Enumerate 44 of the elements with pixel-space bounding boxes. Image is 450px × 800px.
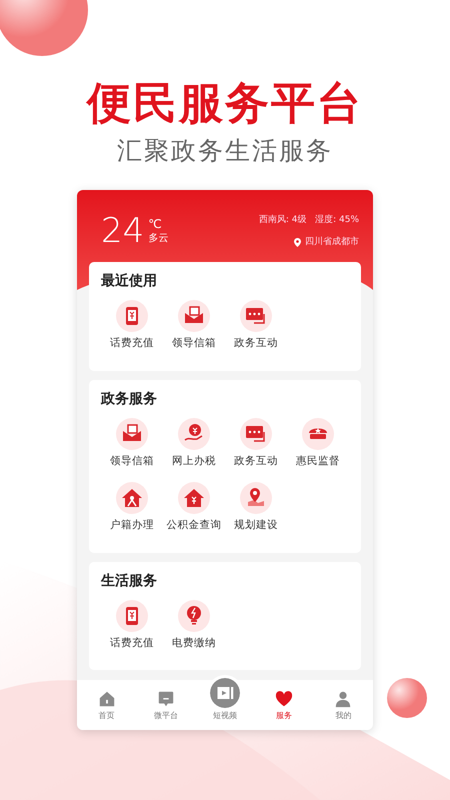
location: 四川省成都市 — [305, 236, 359, 248]
service-label[interactable]: 户籍办理 — [110, 520, 154, 530]
weather-condition: 多云 — [148, 234, 168, 244]
unit-label: ℃ — [148, 218, 163, 230]
temperature: 24 — [101, 214, 144, 248]
service-label[interactable]: 网上办税 — [172, 456, 216, 466]
heart-icon — [275, 690, 294, 708]
tab-button[interactable]: 服务 — [254, 680, 314, 730]
chat-icon[interactable] — [240, 300, 272, 332]
lightbulb-icon[interactable] — [178, 600, 210, 632]
phone-icon[interactable] — [116, 600, 148, 632]
envelope-icon[interactable] — [178, 300, 210, 332]
phone-icon[interactable] — [116, 300, 148, 332]
wind-humidity: 西南风: 4级 湿度: 45% — [258, 214, 359, 227]
monitor-icon — [156, 690, 175, 708]
envelope-icon[interactable] — [116, 418, 148, 450]
tab-button[interactable]: 微平台 — [136, 680, 196, 730]
subtitle: 汇聚政务生活服务 — [116, 138, 334, 163]
service-label[interactable]: 政务互动 — [234, 456, 278, 466]
house-yen-icon[interactable] — [178, 482, 210, 514]
tab-button[interactable]: 我的 — [314, 680, 373, 730]
service-label[interactable]: 领导信箱 — [110, 456, 154, 466]
service-label[interactable]: 领导信箱 — [172, 338, 216, 348]
house-person-icon[interactable] — [116, 482, 148, 514]
service-label[interactable]: 话费充值 — [110, 638, 154, 648]
section-title: 生活服务 — [101, 574, 158, 588]
section-title: 政务服务 — [101, 392, 158, 406]
service-label[interactable]: 政务互动 — [234, 338, 278, 348]
service-label[interactable]: 话费充值 — [110, 338, 154, 348]
tab-button[interactable]: 首页 — [77, 680, 136, 730]
tab-button[interactable]: 短视频 — [195, 666, 255, 730]
cap-icon[interactable] — [302, 418, 334, 450]
section-title: 最近使用 — [101, 274, 158, 288]
map-pin-icon[interactable] — [240, 482, 272, 514]
chat-icon[interactable] — [240, 418, 272, 450]
home-icon — [98, 690, 116, 708]
headline: 便民服务平台 — [85, 82, 364, 126]
location-pin-icon — [294, 238, 301, 247]
person-icon — [334, 690, 352, 708]
service-label[interactable]: 公积金查询 — [166, 520, 222, 530]
service-label[interactable]: 电费缴纳 — [172, 638, 216, 648]
service-label[interactable]: 规划建设 — [234, 520, 278, 530]
coin-hand-icon[interactable] — [178, 418, 210, 450]
service-label[interactable]: 惠民监督 — [296, 456, 340, 466]
